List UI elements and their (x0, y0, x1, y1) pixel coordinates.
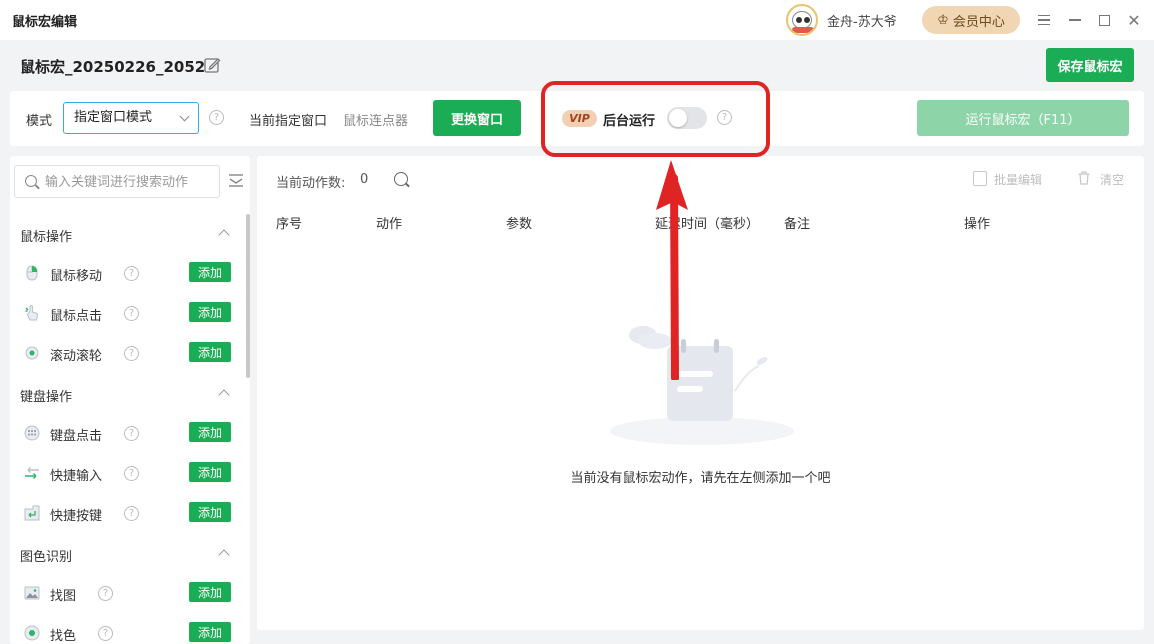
list-item: 快捷按键 ? 添加 (24, 502, 234, 524)
minimize-icon[interactable] (1066, 10, 1084, 30)
batch-edit-button[interactable]: 批量编辑 (994, 171, 1042, 188)
add-button[interactable]: 添加 (189, 582, 231, 602)
list-item: 鼠标移动 ? 添加 (24, 262, 234, 284)
add-button[interactable]: 添加 (189, 622, 231, 642)
item-label: 找色 (50, 629, 77, 644)
close-icon[interactable]: ✕ (1125, 10, 1143, 30)
help-icon[interactable]: ? (124, 346, 139, 361)
item-label: 鼠标移动 (50, 269, 103, 284)
maximize-icon[interactable] (1095, 10, 1113, 30)
save-macro-button[interactable]: 保存鼠标宏 (1046, 48, 1134, 82)
arrow-up-icon (656, 160, 688, 380)
item-label: 快捷按键 (50, 509, 103, 524)
user-profile[interactable]: 金舟-苏大爷 (786, 4, 897, 36)
enter-key-icon (24, 505, 40, 521)
column-header: 备注 (784, 217, 811, 232)
highlight-box (541, 81, 770, 157)
column-header: 序号 (276, 217, 303, 232)
quick-input-icon (25, 467, 39, 479)
avatar[interactable] (786, 4, 818, 36)
section-title[interactable]: 图色识别 (20, 546, 72, 565)
mouse-move-icon (26, 265, 38, 281)
list-item: 找色 ? 添加 (24, 622, 234, 644)
vip-center-label: 会员中心 (952, 14, 1005, 30)
clear-button[interactable]: 清空 (1100, 171, 1124, 188)
list-item: 滚动滚轮 ? 添加 (24, 342, 234, 364)
edit-name-icon[interactable] (203, 56, 221, 74)
list-item: 键盘点击 ? 添加 (24, 422, 234, 444)
macro-name: 鼠标宏_20250226_2052 (20, 58, 206, 76)
add-button[interactable]: 添加 (189, 462, 231, 482)
item-label: 滚动滚轮 (50, 349, 103, 364)
empty-state-text: 当前没有鼠标宏动作，请先在左侧添加一个吧 (570, 471, 831, 486)
add-button[interactable]: 添加 (189, 422, 231, 442)
keyboard-icon (24, 425, 40, 441)
title-bar: 鼠标宏编辑 金舟-苏大爷 ♔ 会员中心 ✕ (0, 0, 1154, 40)
image-icon (24, 586, 40, 600)
action-search-input[interactable] (45, 172, 215, 192)
list-item: 找图 ? 添加 (24, 582, 234, 604)
switch-window-button[interactable]: 更换窗口 (433, 100, 521, 136)
add-button[interactable]: 添加 (189, 342, 231, 362)
action-search[interactable] (14, 165, 220, 198)
action-sidebar: 鼠标操作 鼠标移动 ? 添加 鼠标点击 ? 添加 滚动滚轮 ? 添加 键盘操作 … (10, 156, 250, 644)
item-label: 快捷输入 (50, 469, 103, 484)
chevron-up-icon[interactable] (218, 229, 230, 241)
item-label: 找图 (50, 589, 77, 604)
sidebar-scrollbar[interactable] (246, 214, 250, 378)
user-name[interactable]: 金舟-苏大爷 (827, 11, 897, 30)
help-icon[interactable]: ? (124, 466, 139, 481)
chevron-down-icon (179, 111, 190, 122)
color-icon (24, 625, 40, 641)
column-header: 操作 (964, 217, 991, 232)
chevron-up-icon[interactable] (218, 389, 230, 401)
help-icon[interactable]: ? (98, 586, 113, 601)
vip-center-button[interactable]: ♔ 会员中心 (922, 6, 1020, 34)
run-macro-button[interactable]: 运行鼠标宏（F11） (917, 100, 1129, 136)
add-button[interactable]: 添加 (189, 302, 231, 322)
item-label: 鼠标点击 (50, 309, 103, 324)
crown-icon: ♔ (937, 12, 949, 28)
scroll-wheel-icon (25, 346, 39, 360)
help-icon[interactable]: ? (124, 506, 139, 521)
batch-edit-icon[interactable] (973, 171, 987, 186)
target-window-label: 当前指定窗口 (249, 114, 328, 129)
mode-label: 模式 (26, 114, 53, 129)
mode-select[interactable]: 指定窗口模式 (63, 102, 199, 134)
menu-icon[interactable] (1035, 10, 1053, 30)
help-icon[interactable]: ? (124, 306, 139, 321)
chevron-up-icon[interactable] (218, 549, 230, 561)
section-title[interactable]: 键盘操作 (20, 386, 72, 405)
column-header: 动作 (376, 217, 403, 232)
add-button[interactable]: 添加 (189, 262, 231, 282)
help-icon[interactable]: ? (124, 426, 139, 441)
column-header: 参数 (506, 217, 533, 232)
help-icon[interactable]: ? (124, 266, 139, 281)
trash-icon[interactable] (1078, 171, 1090, 185)
collapse-all-icon[interactable] (229, 173, 243, 187)
item-label: 键盘点击 (50, 429, 103, 444)
search-icon[interactable] (394, 172, 408, 186)
mode-select-value: 指定窗口模式 (74, 110, 153, 125)
action-count-value: 0 (360, 172, 369, 187)
window-title: 鼠标宏编辑 (12, 15, 78, 30)
list-item: 鼠标点击 ? 添加 (24, 302, 234, 324)
target-window-value: 鼠标连点器 (343, 114, 409, 129)
action-count-label: 当前动作数: (276, 176, 346, 191)
list-item: 快捷输入 ? 添加 (24, 462, 234, 484)
add-button[interactable]: 添加 (189, 502, 231, 522)
mouse-click-icon (25, 305, 38, 321)
search-icon (25, 175, 37, 187)
section-title[interactable]: 鼠标操作 (20, 226, 72, 245)
help-icon[interactable]: ? (98, 626, 113, 641)
help-icon[interactable]: ? (209, 110, 224, 125)
